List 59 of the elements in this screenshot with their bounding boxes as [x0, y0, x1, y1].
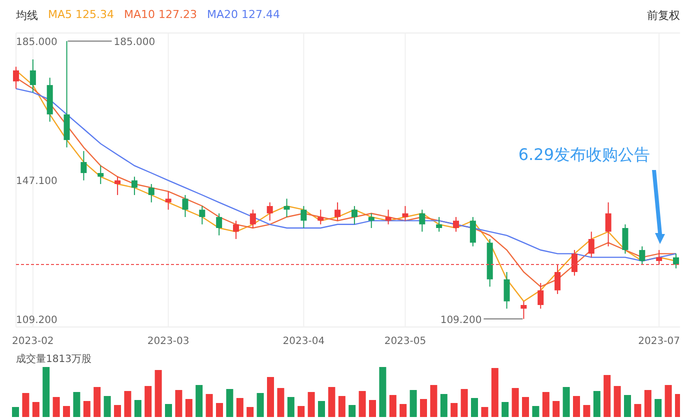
candlestick	[80, 150, 87, 181]
max-price-label: 185.000	[67, 37, 156, 48]
candlestick	[351, 206, 358, 225]
legend-item: MA20 127.44	[207, 8, 280, 22]
candlestick	[300, 206, 307, 229]
candlestick	[114, 176, 121, 196]
candlestick	[13, 66, 19, 90]
candlestick	[554, 264, 561, 294]
candlestick	[470, 216, 476, 247]
candlestick	[673, 253, 679, 269]
candlestick	[216, 212, 222, 236]
x-axis-label: 2023-04	[282, 336, 325, 347]
candlestick	[571, 250, 578, 276]
candlestick	[419, 209, 426, 232]
candlestick	[605, 202, 612, 247]
candlestick	[318, 209, 324, 225]
event-annotation: 6.29发布收购公告	[518, 145, 650, 164]
x-axis-label: 2023-07	[638, 336, 680, 347]
candlestick	[165, 190, 172, 210]
legend-item: MA10 127.23	[124, 8, 197, 22]
candlestick	[266, 202, 273, 222]
x-axis-label: 2023-02	[12, 336, 54, 347]
candlestick	[385, 209, 392, 225]
x-axis-label: 2023-05	[384, 336, 426, 347]
candlestick	[182, 194, 188, 218]
volume-label: 成交量1813万股	[16, 352, 92, 366]
y-axis-label: 185.000	[16, 37, 58, 48]
candlestick	[639, 246, 646, 266]
candlestick	[504, 272, 510, 310]
x-axis-label: 2023-03	[147, 336, 190, 347]
y-axis-label: 147.100	[16, 176, 58, 187]
legend-item: MA5 125.34	[48, 8, 114, 22]
candlestick	[453, 216, 459, 232]
candlestick	[148, 184, 154, 203]
candlestick	[368, 212, 374, 229]
candlestick	[538, 282, 544, 310]
candlestick	[250, 209, 256, 229]
candlestick	[402, 206, 408, 222]
adjust-label[interactable]: 前复权	[647, 8, 680, 22]
candlestick	[520, 300, 527, 320]
candlestick	[46, 77, 53, 122]
pointer-arrow-icon	[652, 170, 665, 244]
candlestick	[334, 202, 341, 222]
candlestick	[436, 216, 442, 232]
candlestick	[30, 58, 36, 93]
candlestick	[131, 176, 138, 196]
legend-title: 均线	[16, 8, 38, 22]
candlestick	[98, 165, 104, 185]
candlestick	[233, 220, 239, 240]
candlestick	[284, 198, 290, 218]
candlestick	[486, 238, 493, 288]
candlestick	[588, 231, 594, 258]
candlestick	[199, 206, 206, 225]
y-axis-label: 109.200	[16, 314, 58, 326]
candlestick	[656, 250, 662, 266]
annotation: 185.000	[114, 37, 156, 48]
min-price-label: 109.200	[440, 314, 524, 326]
candlestick	[622, 224, 628, 254]
annotation: 109.200	[440, 314, 482, 326]
